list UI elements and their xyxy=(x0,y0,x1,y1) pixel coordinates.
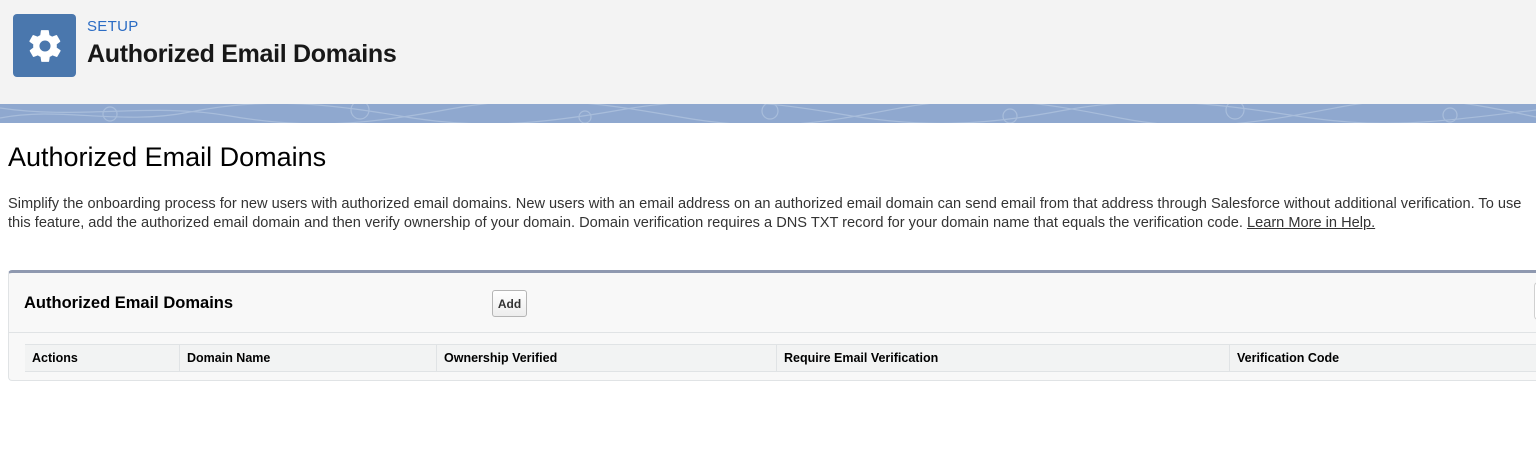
panel-divider xyxy=(9,332,1536,333)
column-header-require-email-verification[interactable]: Require Email Verification xyxy=(776,345,1229,371)
setup-header: SETUP Authorized Email Domains xyxy=(0,0,1536,106)
add-button[interactable]: Add xyxy=(492,290,527,317)
panel-title: Authorized Email Domains xyxy=(24,294,234,312)
column-header-ownership-verified[interactable]: Ownership Verified xyxy=(436,345,776,371)
setup-eyebrow: SETUP xyxy=(87,18,139,35)
decorative-banner xyxy=(0,104,1536,123)
column-header-domain-name[interactable]: Domain Name xyxy=(179,345,436,371)
setup-title: Authorized Email Domains xyxy=(87,40,397,68)
column-header-actions: Actions xyxy=(32,351,78,365)
page-title: Authorized Email Domains xyxy=(8,142,327,172)
gear-icon xyxy=(13,14,76,77)
learn-more-link[interactable]: Learn More in Help. xyxy=(1247,215,1375,231)
authorized-email-domains-panel: Authorized Email Domains Add Actions Dom… xyxy=(8,270,1536,381)
table-header-row: Actions Domain Name Ownership Verified R… xyxy=(25,344,1536,372)
column-header-verification-code[interactable]: Verification Code xyxy=(1229,345,1536,371)
page-description: Simplify the onboarding process for new … xyxy=(8,195,1530,232)
